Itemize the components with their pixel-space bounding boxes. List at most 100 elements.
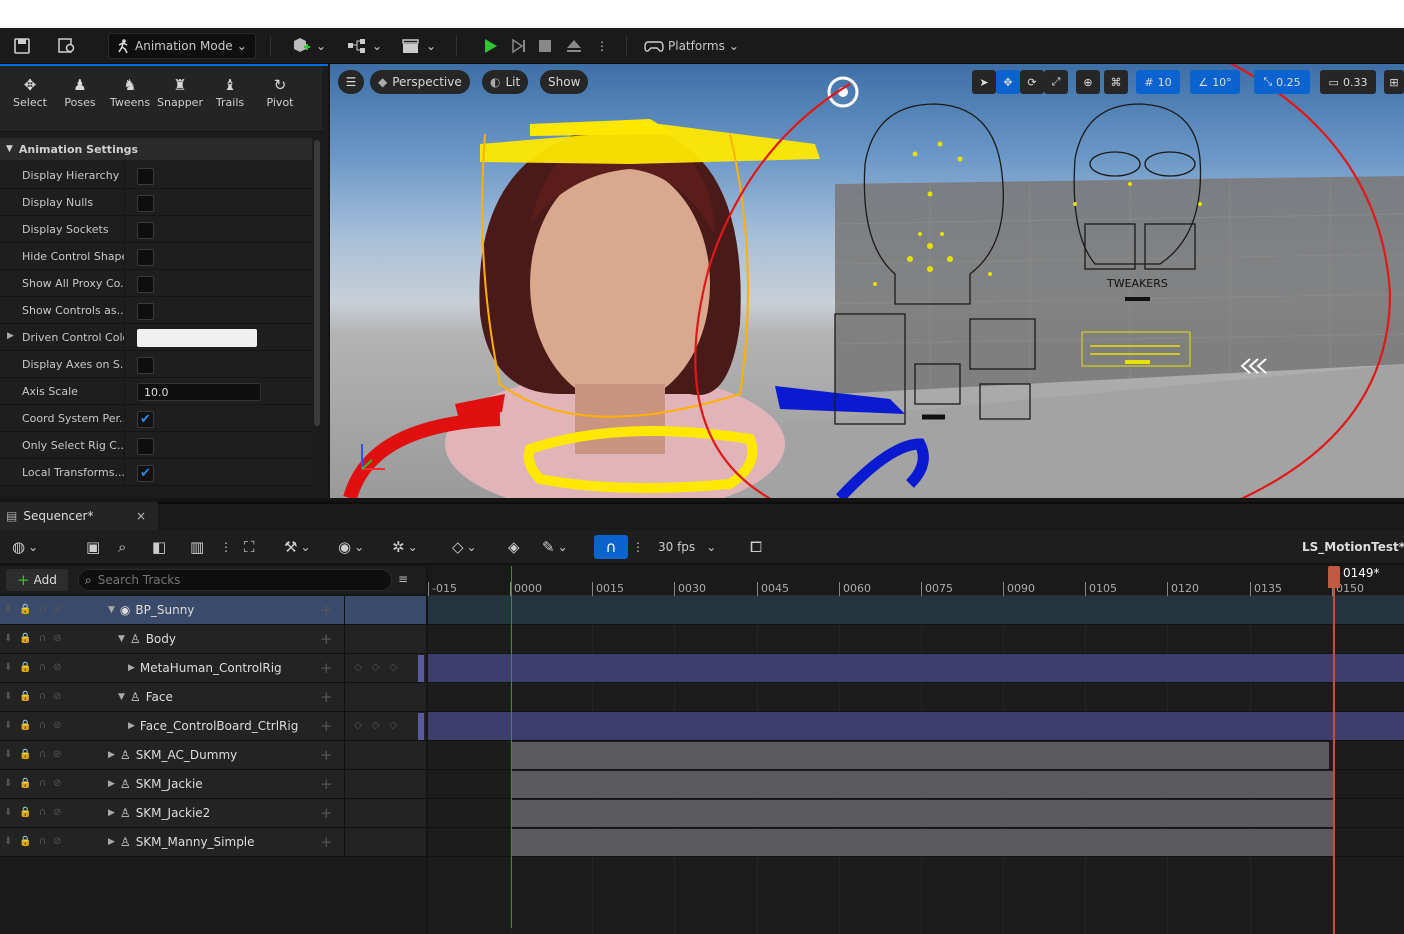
grid-snap-button[interactable]: #10 — [1136, 70, 1180, 94]
local-transforms-checkbox[interactable]: ✔ — [137, 465, 154, 482]
expand-arrow-icon[interactable]: ▶ — [108, 808, 115, 818]
find-asset-button[interactable]: ⌕ — [118, 535, 126, 559]
expand-arrow-icon[interactable]: ▶ — [128, 721, 135, 731]
expand-arrow-icon[interactable]: ▶ — [108, 837, 115, 847]
tools-dropdown[interactable]: ⚒ ⌄ — [284, 535, 311, 559]
track-lock-controls[interactable]: ⬇🔒∩⊘ — [4, 662, 94, 673]
expand-arrow-icon[interactable]: ▶ — [7, 331, 14, 341]
show-proxy-checkbox[interactable] — [137, 276, 154, 293]
expand-arrow-icon[interactable]: ▶ — [128, 663, 135, 673]
track-lock-controls[interactable]: ⬇🔒∩⊘ — [4, 720, 94, 731]
playhead-line[interactable] — [1333, 566, 1335, 934]
timeline-row[interactable] — [428, 625, 1404, 654]
coord-system-checkbox[interactable]: ✔ — [137, 411, 154, 428]
world-dropdown[interactable]: ◍ ⌄ — [12, 535, 38, 559]
timeline-row[interactable] — [428, 799, 1404, 828]
add-subtrack-icon[interactable]: + — [320, 833, 333, 851]
camera-button[interactable]: ◧ — [152, 535, 166, 559]
play-options-button[interactable]: ⋮ — [590, 33, 614, 59]
search-tracks-input[interactable] — [97, 573, 368, 587]
display-sockets-checkbox[interactable] — [137, 222, 154, 239]
display-hierarchy-checkbox[interactable] — [137, 168, 154, 185]
edit-dropdown[interactable]: ✎ ⌄ — [542, 535, 568, 559]
viewport-menu-button[interactable]: ☰ — [338, 70, 364, 94]
timeline-row[interactable] — [428, 712, 1404, 741]
add-subtrack-icon[interactable]: + — [320, 601, 333, 619]
eject-button[interactable] — [558, 33, 590, 59]
close-icon[interactable]: × — [136, 509, 146, 523]
curve-editor-button[interactable]: ⧠ — [750, 535, 762, 559]
section-bar[interactable] — [511, 771, 1333, 798]
rotate-mode-button[interactable]: ⟳ — [1020, 70, 1044, 94]
section-bar[interactable] — [511, 829, 1333, 856]
track-lock-controls[interactable]: ⬇🔒∩⊘ — [4, 836, 94, 847]
save-sequence-button[interactable]: ▣ — [86, 535, 100, 559]
blueprint-button[interactable]: ⌄ — [340, 33, 388, 59]
world-local-button[interactable]: ⊕ — [1076, 70, 1100, 94]
track-lock-controls[interactable]: ⬇🔒∩⊘ — [4, 633, 94, 644]
playback-dropdown[interactable]: ✲ ⌄ — [392, 535, 418, 559]
key-buttons[interactable]: ◇◇◇ — [354, 662, 407, 673]
show-controls-checkbox[interactable] — [137, 303, 154, 320]
expand-arrow-icon[interactable]: ▶ — [108, 750, 115, 760]
perspective-button[interactable]: ◆ Perspective — [370, 70, 470, 94]
surface-snap-button[interactable]: ⌘ — [1104, 70, 1128, 94]
track-row[interactable]: ⬇🔒∩⊘ ▼ ♙ Body + — [0, 625, 426, 654]
add-subtrack-icon[interactable]: + — [320, 688, 333, 706]
snap-toggle[interactable]: ∩ — [594, 535, 628, 559]
select-mode-button[interactable]: ➤ — [972, 70, 996, 94]
track-lock-controls[interactable]: ⬇🔒∩⊘ — [4, 749, 94, 760]
key-buttons[interactable]: ◇◇◇ — [354, 720, 407, 731]
display-axes-checkbox[interactable] — [137, 357, 154, 374]
more-options-button[interactable]: ⋮ — [220, 535, 232, 559]
add-subtrack-icon[interactable]: + — [320, 659, 333, 677]
platforms-dropdown[interactable]: Platforms ⌄ — [638, 33, 745, 59]
animation-settings-header[interactable]: ▼ Animation Settings — [0, 138, 312, 160]
timeline-row[interactable] — [428, 741, 1404, 770]
mode-dropdown[interactable]: Animation Mode ⌄ — [108, 33, 256, 59]
track-lock-controls[interactable]: ⬇🔒∩⊘ — [4, 807, 94, 818]
track-row[interactable]: ⬇🔒∩⊘ ▶ MetaHuman_ControlRig + ◇◇◇ — [0, 654, 426, 683]
translate-mode-button[interactable]: ✥ — [996, 70, 1020, 94]
key-dropdown[interactable]: ◇ ⌄ — [452, 535, 477, 559]
track-lock-controls[interactable]: ⬇🔒∩⊘ — [4, 604, 94, 615]
camera-speed-button[interactable]: ▭ 0.33 — [1320, 70, 1376, 94]
display-nulls-checkbox[interactable] — [137, 195, 154, 212]
snap-options-button[interactable]: ⋮ — [632, 535, 644, 559]
track-row[interactable]: ⬇🔒∩⊘ ▶ Face_ControlBoard_CtrlRig + ◇◇◇ — [0, 712, 426, 741]
track-row[interactable]: ⬇🔒∩⊘ ▼ ◉ BP_Sunny + — [0, 596, 426, 625]
timeline-row[interactable] — [428, 770, 1404, 799]
hide-control-shapes-checkbox[interactable] — [137, 249, 154, 266]
fps-dropdown[interactable]: 30 fps ⌄ — [658, 535, 716, 559]
show-button[interactable]: Show — [540, 70, 589, 94]
add-subtrack-icon[interactable]: + — [320, 630, 333, 648]
curve-actions-button[interactable]: ⛶ — [244, 535, 255, 559]
track-row[interactable]: ⬇🔒∩⊘ ▼ ♙ Face + — [0, 683, 426, 712]
render-movie-button[interactable]: ▥ — [190, 535, 204, 559]
save-button[interactable] — [6, 33, 38, 59]
timeline-area[interactable] — [428, 596, 1404, 934]
playhead-handle[interactable] — [1328, 566, 1340, 588]
section-bar[interactable] — [511, 800, 1333, 827]
only-select-rig-checkbox[interactable] — [137, 438, 154, 455]
add-subtrack-icon[interactable]: + — [320, 746, 333, 764]
rotation-snap-button[interactable]: ∠ 10° — [1190, 70, 1240, 94]
filter-icon[interactable]: ≡ — [398, 572, 408, 586]
stop-button[interactable] — [530, 33, 560, 59]
mode-snapper-button[interactable]: ♜ Snapper — [155, 74, 205, 109]
section-bar[interactable] — [511, 742, 1329, 769]
timeline-row[interactable] — [428, 596, 1404, 625]
mode-tweens-button[interactable]: ♞ Tweens — [105, 74, 155, 109]
collapse-arrow-icon[interactable]: ▼ — [108, 605, 115, 615]
add-actor-button[interactable]: ⌄ — [284, 33, 332, 59]
search-tracks-field[interactable]: ⌕ — [78, 569, 392, 591]
mode-select-button[interactable]: ✥ Select — [5, 74, 55, 109]
level-viewport[interactable]: TWEAKERS ☰ ◆ Perspective ◐ Lit Show ➤ ✥ ⟳ … — [330, 64, 1404, 498]
content-browser-button[interactable] — [50, 33, 84, 59]
add-subtrack-icon[interactable]: + — [320, 775, 333, 793]
timeline-row[interactable] — [428, 828, 1404, 857]
track-lock-controls[interactable]: ⬇🔒∩⊘ — [4, 778, 94, 789]
expand-arrow-icon[interactable]: ▶ — [108, 779, 115, 789]
settings-scrollbar[interactable] — [314, 140, 320, 426]
time-ruler[interactable]: -015 0000 0015 0030 0045 0060 0075 0090 0105 0120… — [428, 566, 1404, 596]
